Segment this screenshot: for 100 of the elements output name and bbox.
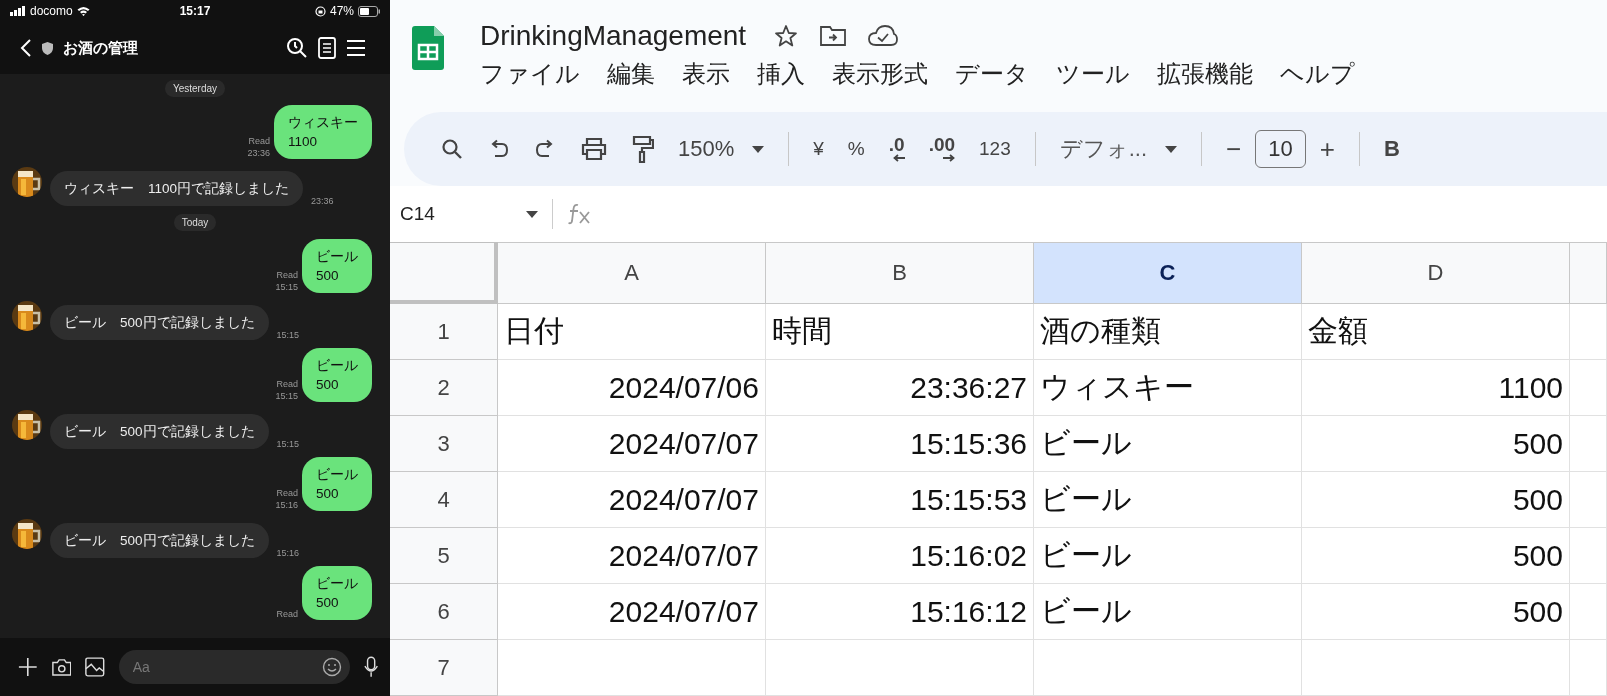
row-header[interactable]: 4 [390, 472, 498, 528]
search-icon[interactable] [286, 37, 308, 59]
table-cell: 2024/07/07 [498, 472, 766, 528]
cloud-check-icon[interactable] [868, 25, 899, 47]
table-cell: 2024/07/07 [498, 416, 766, 472]
empty-cell [1570, 584, 1607, 640]
message-time: 23:36 [247, 147, 270, 159]
column-header[interactable]: B [766, 242, 1034, 304]
received-message: ウィスキー 1100円で記録しました [50, 171, 304, 206]
clock-time: 15:17 [179, 4, 211, 18]
read-receipt: Read [276, 378, 298, 390]
increase-decimal-button[interactable]: .00 [928, 136, 956, 162]
image-icon[interactable] [85, 656, 105, 678]
menu-item[interactable]: 拡張機能 [1157, 58, 1253, 90]
paint-format-icon[interactable] [632, 135, 654, 163]
menu-item[interactable]: ヘルプ [1280, 58, 1355, 90]
column-header[interactable]: D [1302, 242, 1570, 304]
column-header[interactable]: C [1034, 242, 1302, 304]
microphone-icon[interactable] [363, 655, 378, 679]
caret-icon [1165, 145, 1178, 153]
spreadsheet-logo-icon[interactable] [412, 26, 444, 70]
table-cell: 23:36:27 [766, 360, 1034, 416]
table-cell: 15:16:12 [766, 584, 1034, 640]
right-arrow-icon [943, 154, 956, 162]
table-cell: 1100 [1302, 360, 1570, 416]
search-icon[interactable] [440, 137, 464, 161]
emoji-icon[interactable] [321, 657, 342, 677]
table-cell: 15:15:36 [766, 416, 1034, 472]
message-time: 15:15 [275, 390, 298, 402]
shield-icon [42, 41, 53, 55]
row-header[interactable]: 7 [390, 640, 498, 696]
row-header[interactable]: 1 [390, 304, 498, 360]
row-header[interactable]: 6 [390, 584, 498, 640]
sent-message: ビール 500 [302, 348, 372, 402]
number-format-button[interactable]: 123 [979, 138, 1011, 160]
name-box[interactable]: C14 [400, 203, 512, 225]
sent-message: ビール 500 [302, 457, 372, 511]
percent-button[interactable]: % [847, 138, 865, 160]
function-icon [567, 203, 593, 225]
table-cell: 2024/07/07 [498, 528, 766, 584]
font-size-field[interactable]: 10 [1255, 130, 1306, 168]
menu-item[interactable]: 表示形式 [832, 58, 928, 90]
menu-item[interactable]: ファイル [480, 58, 580, 90]
menu-item[interactable]: ツール [1056, 58, 1130, 90]
row-header[interactable]: 3 [390, 416, 498, 472]
message-input[interactable]: Aa [118, 650, 350, 684]
empty-cell [1570, 640, 1607, 696]
message-time: 15:15 [276, 439, 300, 449]
table-cell: 2024/07/07 [498, 584, 766, 640]
received-message: ビール 500円で記録しました [50, 305, 269, 340]
decrease-font-size-button[interactable]: − [1226, 133, 1242, 165]
caret-icon [752, 145, 765, 153]
table-cell: ビール [1034, 528, 1302, 584]
column-header[interactable]: A [498, 242, 766, 304]
left-arrow-icon [892, 154, 905, 162]
sent-message: ウィスキー 1100 [274, 105, 372, 159]
menu-item[interactable]: データ [955, 58, 1029, 90]
menu-item[interactable]: 表示 [682, 58, 730, 90]
message-time: 23:36 [311, 196, 334, 206]
signal-icon [10, 6, 26, 16]
bold-button[interactable]: B [1383, 136, 1400, 162]
menu-item[interactable]: 編集 [607, 58, 655, 90]
table-cell: 酒の種類 [1034, 304, 1302, 360]
plus-icon[interactable] [18, 656, 38, 678]
table-cell: 2024/07/06 [498, 360, 766, 416]
table-cell: 500 [1302, 584, 1570, 640]
received-message: ビール 500円で記録しました [50, 414, 269, 449]
font-dropdown[interactable]: デフォ... [1059, 134, 1178, 164]
back-icon[interactable] [20, 38, 32, 58]
sent-message: ビール 500 [302, 566, 372, 620]
table-cell: 金額 [1302, 304, 1570, 360]
increase-font-size-button[interactable]: + [1319, 133, 1335, 165]
menu-item[interactable]: 挿入 [757, 58, 805, 90]
carrier-name: docomo [30, 4, 73, 18]
message-time: 15:16 [276, 548, 300, 558]
table-cell: ビール [1034, 416, 1302, 472]
empty-cell [1570, 416, 1607, 472]
table-cell: 500 [1302, 416, 1570, 472]
caret-icon[interactable] [526, 210, 538, 218]
table-cell: 時間 [766, 304, 1034, 360]
camera-icon[interactable] [51, 657, 72, 677]
document-title[interactable]: DrinkingManagement [480, 20, 747, 52]
notes-icon[interactable] [318, 37, 336, 59]
row-header[interactable]: 5 [390, 528, 498, 584]
table-cell: ビール [1034, 472, 1302, 528]
table-cell: 500 [1302, 528, 1570, 584]
battery-percent: 47% [330, 4, 354, 18]
decrease-decimal-button[interactable]: .0 [888, 136, 905, 162]
table-cell: 日付 [498, 304, 766, 360]
row-header[interactable]: 2 [390, 360, 498, 416]
print-icon[interactable] [580, 137, 608, 161]
table-cell: 15:16:02 [766, 528, 1034, 584]
menu-icon[interactable] [346, 39, 366, 57]
date-label: Today [173, 214, 217, 231]
currency-button[interactable]: ¥ [813, 138, 824, 160]
star-icon[interactable] [774, 24, 799, 48]
read-receipt: Read [248, 135, 270, 147]
move-folder-icon[interactable] [820, 25, 847, 47]
received-message: ビール 500円で記録しました [50, 523, 269, 558]
zoom-dropdown[interactable]: 150% [678, 136, 765, 162]
